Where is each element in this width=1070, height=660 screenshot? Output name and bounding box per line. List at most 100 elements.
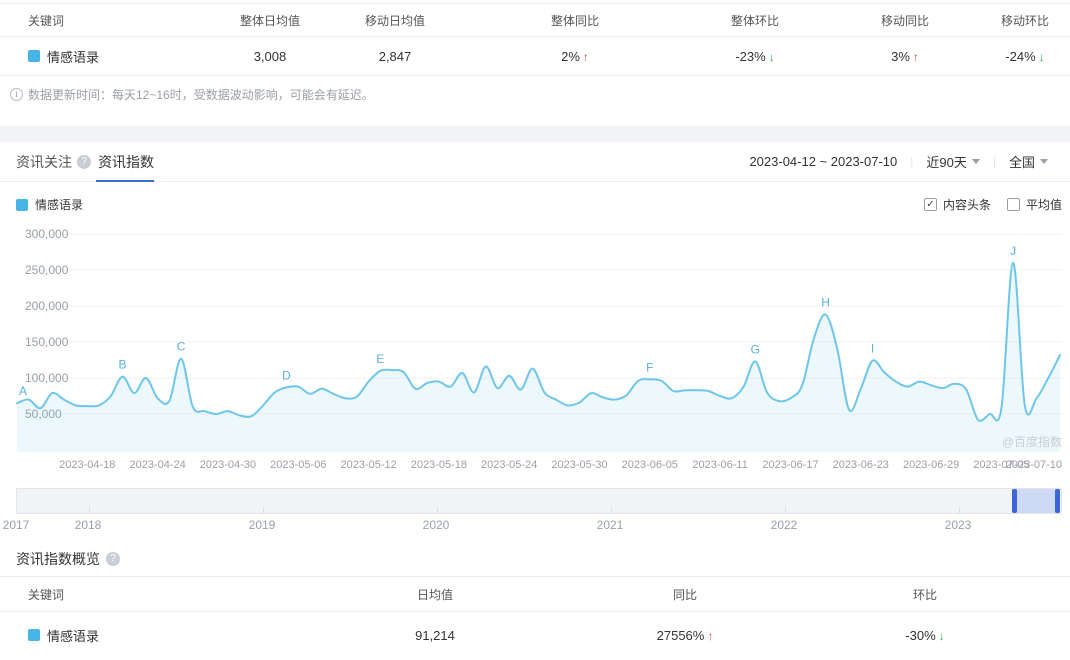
- chart-legend-row: 情感语录 ✓ 内容头条 平均值: [0, 196, 1070, 212]
- col-header-keyword: 关键词: [28, 13, 65, 28]
- svg-text:200,000: 200,000: [25, 299, 69, 313]
- col-header-overall-mom: 整体环比: [730, 13, 779, 28]
- time-range-slider-track[interactable]: [16, 488, 1062, 514]
- keyword-label: 情感语录: [47, 49, 100, 65]
- svg-text:B: B: [118, 358, 126, 372]
- year-tick: [611, 507, 612, 513]
- svg-text:150,000: 150,000: [25, 335, 69, 349]
- help-icon[interactable]: ?: [106, 552, 120, 566]
- series-legend: 情感语录: [16, 196, 83, 213]
- year-tick: [89, 507, 90, 513]
- year-label: 2021: [596, 518, 624, 532]
- svg-text:H: H: [821, 296, 830, 310]
- col-header-yoy: 同比: [672, 587, 697, 602]
- news-index-trend-chart[interactable]: 300,000 250,000 200,000 150,000 100,000 50,00…: [0, 226, 1070, 476]
- divider: |: [910, 154, 914, 169]
- year-tick: [263, 507, 264, 513]
- overview-table-row: 情感语录 91,214 27556% ↑ -30% ↓: [0, 612, 1070, 658]
- keyword-color-swatch: [28, 629, 40, 641]
- year-label: 2018: [74, 518, 102, 532]
- overview-avg-value: 91,214: [415, 627, 455, 643]
- year-label: 2019: [248, 518, 276, 532]
- svg-text:2023-05-12: 2023-05-12: [340, 459, 396, 471]
- svg-text:I: I: [871, 342, 874, 356]
- svg-text:250,000: 250,000: [25, 263, 69, 277]
- svg-text:F: F: [646, 360, 653, 374]
- trend-arrow-icon: ↑: [707, 628, 714, 643]
- col-header-mobile-mom: 移动环比: [1000, 13, 1049, 28]
- baidu-index-dashboard: 关键词 整体日均值 移动日均值 整体同比 整体环比 移动同比 移动环比 情感语录…: [0, 0, 1070, 660]
- keyword-label: 情感语录: [47, 628, 100, 644]
- stats-table-header: 关键词 整体日均值 移动日均值 整体同比 整体环比 移动同比 移动环比: [0, 3, 1070, 37]
- svg-text:2023-06-29: 2023-06-29: [903, 459, 959, 471]
- svg-text:2023-05-06: 2023-05-06: [270, 459, 326, 471]
- col-header-keyword: 关键词: [28, 587, 65, 602]
- trend-arrow-icon: ↓: [768, 49, 775, 64]
- checkbox-content-headline[interactable]: ✓ 内容头条: [923, 196, 991, 213]
- year-label: 2020: [422, 518, 450, 532]
- year-label: 2017: [2, 518, 30, 532]
- col-header-mobile-avg: 移动日均值: [364, 13, 425, 28]
- year-tick: [959, 507, 960, 513]
- overall-yoy-value: 2% ↑: [561, 48, 589, 64]
- overall-avg-value: 3,008: [253, 48, 287, 64]
- timeline-year-labels: 2017 2018 2019 2020 2021 2022 2023: [0, 518, 1070, 532]
- data-update-note: i 数据更新时间：每天12~16时，受数据波动影响，可能会有延迟。: [10, 86, 374, 103]
- region-dropdown[interactable]: 全国: [1009, 152, 1048, 171]
- tab-news-index[interactable]: 资讯指数: [98, 152, 154, 172]
- year-tick: [785, 507, 786, 513]
- period-dropdown[interactable]: 近90天: [926, 152, 980, 171]
- checkbox-icon: [1006, 198, 1020, 211]
- overview-table-header: 关键词 日均值 同比 环比: [0, 576, 1070, 612]
- series-color-swatch: [16, 198, 28, 211]
- col-header-overall-avg: 整体日均值: [239, 13, 300, 28]
- checkbox-icon: ✓: [923, 198, 937, 211]
- overview-yoy-value: 27556% ↑: [656, 627, 714, 643]
- trend-arrow-icon: ↓: [1038, 49, 1045, 64]
- svg-text:2023-07-10: 2023-07-10: [1006, 459, 1062, 471]
- slider-handle-left[interactable]: [1012, 489, 1017, 513]
- mobile-avg-value: 2,847: [378, 48, 412, 64]
- overall-mom-value: -23% ↓: [735, 48, 775, 64]
- slider-handle-right[interactable]: [1055, 489, 1060, 513]
- tab-news-attention[interactable]: 资讯关注 ?: [16, 152, 91, 172]
- divider: |: [992, 154, 996, 169]
- svg-text:D: D: [282, 368, 291, 382]
- keyword-cell: 情感语录: [0, 626, 280, 645]
- trend-arrow-icon: ↑: [912, 49, 919, 64]
- keyword-color-swatch: [28, 50, 40, 62]
- svg-text:2023-06-23: 2023-06-23: [833, 459, 889, 471]
- trend-arrow-icon: ↓: [938, 628, 945, 643]
- svg-text:G: G: [751, 342, 760, 356]
- checkbox-average[interactable]: 平均值: [1006, 196, 1062, 213]
- keyword-cell: 情感语录: [0, 47, 220, 66]
- col-header-mobile-yoy: 移动同比: [880, 13, 929, 28]
- stats-table-row: 情感语录 3,008 2,847 2% ↑ -23% ↓ 3% ↑ -24% ↓: [0, 37, 1070, 76]
- svg-text:2023-05-24: 2023-05-24: [481, 459, 537, 471]
- slider-selected-range[interactable]: [1012, 489, 1060, 513]
- year-label: 2023: [944, 518, 972, 532]
- svg-text:100,000: 100,000: [25, 371, 69, 385]
- svg-text:2023-04-24: 2023-04-24: [129, 459, 185, 471]
- year-label: 2022: [770, 518, 798, 532]
- svg-text:A: A: [19, 384, 27, 398]
- help-icon[interactable]: ?: [77, 155, 91, 169]
- mobile-yoy-value: 3% ↑: [891, 48, 919, 64]
- mobile-mom-value: -24% ↓: [1005, 48, 1045, 64]
- chevron-down-icon: [971, 159, 980, 164]
- date-range-display[interactable]: 2023-04-12 ~ 2023-07-10: [749, 154, 897, 169]
- chevron-down-icon: [1040, 159, 1048, 164]
- svg-text:2023-05-30: 2023-05-30: [551, 459, 607, 471]
- keyword-stats-table: 关键词 整体日均值 移动日均值 整体同比 整体环比 移动同比 移动环比 情感语录…: [0, 3, 1070, 76]
- section-divider: [0, 126, 1070, 142]
- overview-mom-value: -30% ↓: [905, 627, 945, 643]
- chart-options: ✓ 内容头条 平均值: [923, 196, 1062, 213]
- range-controls: 2023-04-12 ~ 2023-07-10 | 近90天 | 全国: [749, 152, 1048, 171]
- svg-text:2023-05-18: 2023-05-18: [411, 459, 467, 471]
- svg-text:300,000: 300,000: [25, 227, 69, 241]
- trend-line-svg: 300,000250,000200,000150,000100,00050,00…: [16, 227, 1062, 471]
- col-header-avg: 日均值: [416, 587, 453, 602]
- overview-section-title: 资讯指数概览 ?: [16, 549, 120, 569]
- active-tab-underline: [96, 180, 154, 182]
- svg-text:2023-06-05: 2023-06-05: [622, 459, 678, 471]
